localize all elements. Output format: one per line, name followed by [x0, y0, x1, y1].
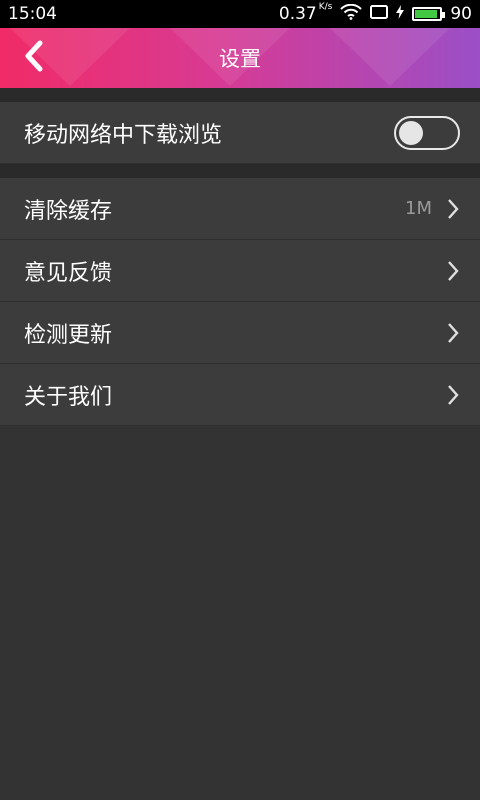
section-divider: [0, 164, 480, 178]
mobile-download-toggle[interactable]: [394, 115, 460, 150]
header-decoration: [330, 28, 450, 86]
network-speed-unit: K/s: [318, 2, 333, 12]
setting-label: 检测更新: [24, 322, 113, 348]
network-speed-value: 0.37: [278, 4, 317, 24]
setting-about-us[interactable]: 关于我们: [0, 364, 480, 426]
app-header: 设置: [0, 28, 480, 88]
status-time: 15:04: [8, 4, 57, 24]
screen-icon: [370, 4, 389, 24]
chevron-right-icon: [446, 322, 460, 343]
battery-icon: [412, 7, 446, 21]
setting-label: 意见反馈: [24, 260, 113, 286]
setting-label: 关于我们: [24, 384, 113, 410]
header-decoration: [170, 28, 290, 86]
cache-size: 1M: [405, 198, 432, 219]
battery-level: 90: [450, 4, 472, 24]
setting-label: 清除缓存: [24, 198, 113, 224]
setting-label: 移动网络中下载浏览: [24, 122, 223, 148]
setting-check-update[interactable]: 检测更新: [0, 302, 480, 364]
wifi-icon: [340, 3, 363, 25]
chevron-right-icon: [446, 260, 460, 281]
back-button[interactable]: [14, 38, 54, 78]
toggle-knob: [399, 120, 423, 145]
status-bar: 15:04 0.37 K/s 90: [0, 0, 480, 28]
battery-fill: [415, 10, 437, 18]
chevron-left-icon: [23, 39, 45, 77]
setting-clear-cache[interactable]: 清除缓存 1M: [0, 178, 480, 240]
network-speed: 0.37 K/s: [278, 2, 333, 24]
chevron-right-icon: [446, 384, 460, 405]
charging-icon: [396, 4, 405, 24]
status-indicators: 0.37 K/s 90: [278, 2, 472, 25]
section-divider: [0, 88, 480, 102]
setting-mobile-download[interactable]: 移动网络中下载浏览: [0, 102, 480, 164]
chevron-right-icon: [446, 198, 460, 219]
setting-feedback[interactable]: 意见反馈: [0, 240, 480, 302]
